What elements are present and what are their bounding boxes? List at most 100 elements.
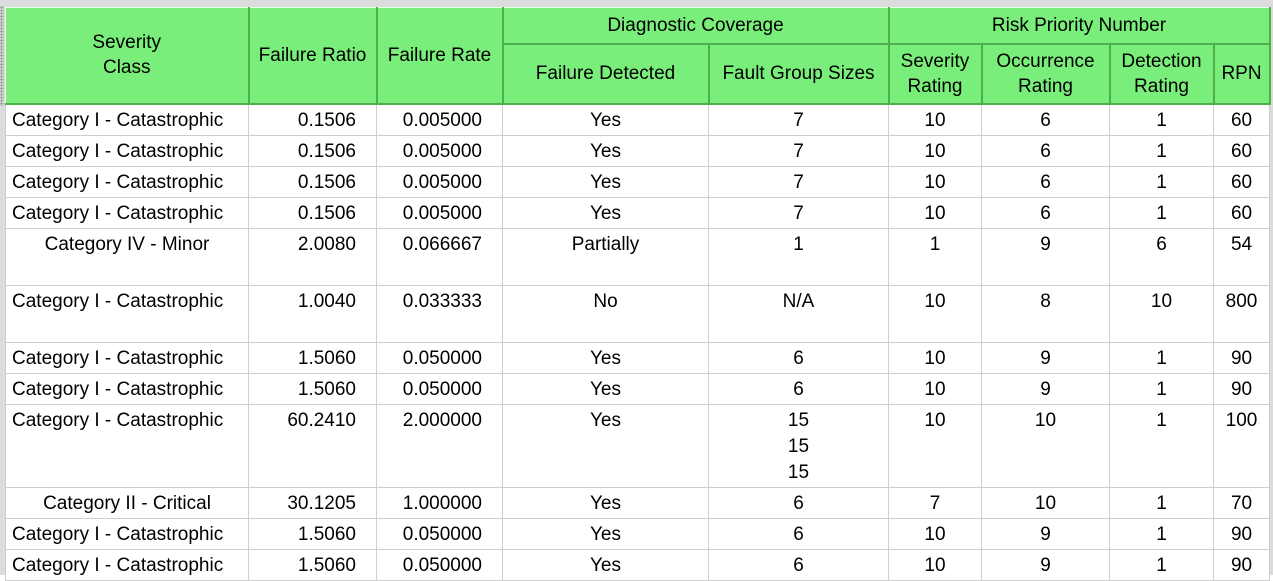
cell-severity-rating[interactable]: 10	[888, 165, 982, 198]
cell-failure-rate[interactable]: 0.050000	[376, 372, 503, 405]
cell-failure-rate[interactable]: 0.005000	[376, 134, 503, 167]
cell-detection-rating[interactable]: 1	[1109, 165, 1214, 198]
cell-occurrence-rating[interactable]: 8	[981, 284, 1110, 343]
table-row[interactable]: Category I - Catastrophic 1.5060 0.050000 Y…	[5, 517, 1271, 550]
cell-severity-class[interactable]: Category I - Catastrophic	[5, 284, 249, 343]
col-header-fault-group-sizes[interactable]: Fault Group Sizes	[708, 43, 890, 105]
cell-failure-rate[interactable]: 0.033333	[376, 284, 503, 343]
cell-failure-rate[interactable]: 0.050000	[376, 548, 503, 581]
cell-fault-group-sizes[interactable]: 6	[708, 372, 889, 405]
cell-occurrence-rating[interactable]: 6	[981, 134, 1110, 167]
cell-occurrence-rating[interactable]: 9	[981, 517, 1110, 550]
cell-severity-class[interactable]: Category I - Catastrophic	[5, 548, 249, 581]
cell-severity-rating[interactable]: 1	[888, 227, 982, 286]
cell-rpn[interactable]: 60	[1212, 134, 1271, 167]
cell-failure-rate[interactable]: 0.066667	[376, 227, 503, 286]
col-header-severity-rating[interactable]: Severity Rating	[888, 43, 983, 105]
cell-severity-rating[interactable]: 10	[888, 403, 982, 488]
cell-detection-rating[interactable]: 1	[1109, 517, 1214, 550]
cell-fault-group-sizes[interactable]: 7	[708, 165, 889, 198]
cell-severity-class[interactable]: Category II - Critical	[5, 486, 249, 519]
cell-severity-class[interactable]: Category I - Catastrophic	[5, 196, 249, 229]
cell-failure-rate[interactable]: 0.050000	[376, 517, 503, 550]
cell-failure-detected[interactable]: Yes	[502, 548, 709, 581]
cell-failure-detected[interactable]: Yes	[502, 486, 709, 519]
cell-severity-class[interactable]: Category I - Catastrophic	[5, 341, 249, 374]
table-row[interactable]: Category I - Catastrophic 0.1506 0.005000 Y…	[5, 196, 1271, 229]
cell-fault-group-sizes[interactable]: N/A	[708, 284, 889, 343]
cell-failure-ratio[interactable]: 0.1506	[248, 196, 377, 229]
cell-rpn[interactable]: 90	[1212, 372, 1271, 405]
cell-rpn[interactable]: 70	[1212, 486, 1271, 519]
table-row[interactable]: Category I - Catastrophic 0.1506 0.005000 Y…	[5, 165, 1271, 198]
table-row[interactable]: Category I - Catastrophic 1.0040 0.033333 N…	[5, 284, 1271, 343]
cell-failure-detected[interactable]: Yes	[502, 403, 709, 488]
col-header-severity-class[interactable]: Severity Class	[5, 7, 250, 105]
cell-detection-rating[interactable]: 6	[1109, 227, 1214, 286]
cell-detection-rating[interactable]: 1	[1109, 103, 1214, 136]
cell-failure-ratio[interactable]: 2.0080	[248, 227, 377, 286]
cell-failure-detected[interactable]: Yes	[502, 165, 709, 198]
cell-failure-ratio[interactable]: 1.5060	[248, 372, 377, 405]
col-header-detection-rating[interactable]: Detection Rating	[1109, 43, 1215, 105]
cell-rpn[interactable]: 60	[1212, 165, 1271, 198]
cell-failure-detected[interactable]: Partially	[502, 227, 709, 286]
cell-occurrence-rating[interactable]: 10	[981, 403, 1110, 488]
col-header-occurrence-rating[interactable]: Occurrence Rating	[981, 43, 1111, 105]
cell-rpn[interactable]: 90	[1212, 341, 1271, 374]
cell-severity-class[interactable]: Category I - Catastrophic	[5, 103, 249, 136]
cell-failure-detected[interactable]: Yes	[502, 372, 709, 405]
table-row[interactable]: Category I - Catastrophic 1.5060 0.050000 Y…	[5, 341, 1271, 374]
cell-failure-detected[interactable]: Yes	[502, 134, 709, 167]
cell-failure-rate[interactable]: 0.050000	[376, 341, 503, 374]
cell-failure-ratio[interactable]: 30.1205	[248, 486, 377, 519]
cell-severity-rating[interactable]: 10	[888, 284, 982, 343]
cell-failure-ratio[interactable]: 0.1506	[248, 134, 377, 167]
cell-occurrence-rating[interactable]: 9	[981, 341, 1110, 374]
cell-failure-ratio[interactable]: 1.5060	[248, 341, 377, 374]
cell-failure-detected[interactable]: Yes	[502, 517, 709, 550]
cell-severity-rating[interactable]: 10	[888, 196, 982, 229]
cell-failure-detected[interactable]: Yes	[502, 341, 709, 374]
cell-fault-group-sizes[interactable]: 7	[708, 134, 889, 167]
cell-occurrence-rating[interactable]: 10	[981, 486, 1110, 519]
cell-detection-rating[interactable]: 1	[1109, 196, 1214, 229]
cell-rpn[interactable]: 60	[1212, 196, 1271, 229]
col-header-failure-detected[interactable]: Failure Detected	[502, 43, 710, 105]
cell-failure-ratio[interactable]: 1.5060	[248, 548, 377, 581]
cell-severity-class[interactable]: Category I - Catastrophic	[5, 403, 249, 488]
table-row[interactable]: Category I - Catastrophic 0.1506 0.005000 Y…	[5, 103, 1271, 136]
cell-rpn[interactable]: 100	[1212, 403, 1271, 488]
cell-failure-ratio[interactable]: 0.1506	[248, 103, 377, 136]
cell-occurrence-rating[interactable]: 6	[981, 165, 1110, 198]
table-row[interactable]: Category I - Catastrophic 1.5060 0.050000 Y…	[5, 548, 1271, 581]
col-header-failure-ratio[interactable]: Failure Ratio	[248, 7, 378, 105]
cell-occurrence-rating[interactable]: 6	[981, 103, 1110, 136]
col-header-failure-rate[interactable]: Failure Rate	[376, 7, 504, 105]
table-row[interactable]: Category IV - Minor 2.0080 0.066667 Partial…	[5, 227, 1271, 286]
cell-severity-rating[interactable]: 10	[888, 548, 982, 581]
cell-fault-group-sizes[interactable]: 6	[708, 548, 889, 581]
cell-detection-rating[interactable]: 1	[1109, 548, 1214, 581]
cell-failure-detected[interactable]: No	[502, 284, 709, 343]
row-selector-grip[interactable]	[0, 6, 4, 106]
cell-occurrence-rating[interactable]: 9	[981, 227, 1110, 286]
cell-failure-rate[interactable]: 0.005000	[376, 103, 503, 136]
cell-detection-rating[interactable]: 1	[1109, 134, 1214, 167]
cell-failure-rate[interactable]: 0.005000	[376, 165, 503, 198]
table-row[interactable]: Category I - Catastrophic 1.5060 0.050000 Y…	[5, 372, 1271, 405]
cell-failure-ratio[interactable]: 0.1506	[248, 165, 377, 198]
cell-fault-group-sizes[interactable]: 6	[708, 486, 889, 519]
cell-failure-ratio[interactable]: 60.2410	[248, 403, 377, 488]
cell-fault-group-sizes[interactable]: 7	[708, 196, 889, 229]
cell-severity-rating[interactable]: 10	[888, 103, 982, 136]
cell-rpn[interactable]: 90	[1212, 517, 1271, 550]
cell-failure-detected[interactable]: Yes	[502, 103, 709, 136]
cell-severity-class[interactable]: Category I - Catastrophic	[5, 517, 249, 550]
cell-occurrence-rating[interactable]: 9	[981, 548, 1110, 581]
cell-fault-group-sizes[interactable]: 6	[708, 341, 889, 374]
cell-detection-rating[interactable]: 10	[1109, 284, 1214, 343]
cell-severity-rating[interactable]: 10	[888, 134, 982, 167]
cell-failure-rate[interactable]: 0.005000	[376, 196, 503, 229]
cell-severity-rating[interactable]: 10	[888, 372, 982, 405]
